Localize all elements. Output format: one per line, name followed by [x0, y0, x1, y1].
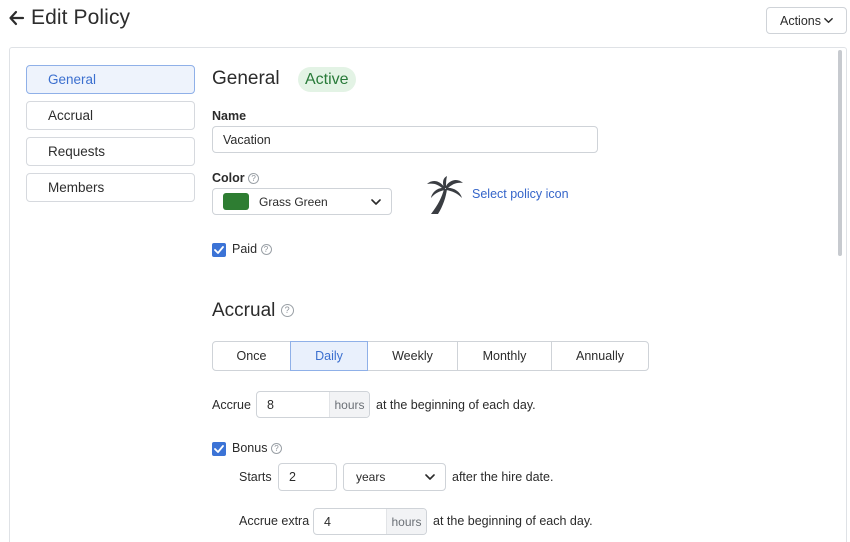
frequency-once-option[interactable]: Once — [212, 341, 291, 371]
accrual-section-title: Accrual ? — [212, 300, 294, 322]
sidebar-item-label: Members — [48, 180, 105, 195]
accrue-hours-input[interactable]: 8 hours — [256, 391, 370, 418]
chevron-down-icon — [824, 17, 833, 24]
help-icon[interactable]: ? — [280, 304, 294, 318]
accrue-extra-suffix: at the beginning of each day. — [433, 514, 593, 528]
starts-unit-value: years — [356, 470, 386, 484]
chevron-down-icon — [425, 474, 435, 480]
sidebar-item-requests[interactable]: Requests — [26, 137, 195, 166]
color-select-value: Grass Green — [259, 194, 328, 209]
checkmark-icon — [214, 246, 224, 254]
paid-label-row: Paid ? — [232, 242, 272, 256]
accrue-extra-unit: hours — [386, 509, 426, 534]
accrue-label: Accrue — [212, 398, 251, 412]
top-bar: Edit Policy Actions — [0, 0, 850, 44]
status-badge: Active — [298, 67, 356, 92]
actions-label: Actions — [780, 13, 821, 28]
paid-checkbox[interactable] — [212, 243, 226, 257]
select-policy-icon-link[interactable]: Select policy icon — [472, 187, 569, 201]
paid-label: Paid — [232, 242, 258, 256]
accrue-suffix: at the beginning of each day. — [376, 398, 536, 412]
general-section-title: General — [212, 68, 280, 89]
accrue-hours-value: 8 — [267, 397, 274, 412]
frequency-weekly-option[interactable]: Weekly — [367, 341, 458, 371]
starts-input-value: 2 — [289, 470, 296, 484]
palm-tree-icon[interactable] — [423, 175, 467, 217]
sidebar-item-label: General — [48, 72, 97, 87]
sidebar-item-label: Requests — [48, 144, 106, 159]
main-panel: General Accrual Requests Members General… — [9, 47, 847, 542]
chevron-down-icon — [371, 198, 381, 205]
accrual-title: Accrual — [212, 300, 276, 321]
accrue-extra-input[interactable]: 4 hours — [313, 508, 427, 535]
sidebar-item-label: Accrual — [48, 108, 94, 123]
scrollbar[interactable] — [838, 50, 842, 256]
bonus-checkbox[interactable] — [212, 442, 226, 456]
frequency-annually-option[interactable]: Annually — [551, 341, 649, 371]
page-title: Edit Policy — [31, 6, 131, 29]
color-label: Color — [212, 171, 245, 185]
frequency-segmented-control: Once Daily Weekly Monthly Annually — [212, 341, 649, 371]
help-icon[interactable]: ? — [260, 244, 272, 256]
name-label: Name — [212, 109, 247, 123]
frequency-daily-option[interactable]: Daily — [290, 341, 368, 371]
sidebar-nav: General Accrual Requests Members — [26, 65, 196, 209]
name-input[interactable]: Vacation — [212, 126, 598, 153]
back-arrow-icon[interactable] — [8, 8, 26, 28]
frequency-monthly-option[interactable]: Monthly — [457, 341, 552, 371]
accrue-extra-label: Accrue extra — [239, 514, 310, 528]
starts-suffix: after the hire date. — [452, 470, 554, 484]
starts-input[interactable]: 2 — [278, 463, 337, 491]
accrue-hours-unit: hours — [329, 392, 369, 417]
actions-button[interactable]: Actions — [766, 7, 847, 34]
starts-unit-select[interactable]: years — [343, 463, 446, 491]
help-icon[interactable]: ? — [270, 443, 282, 455]
accrue-extra-value: 4 — [324, 514, 331, 529]
name-input-value: Vacation — [223, 132, 271, 147]
sidebar-item-members[interactable]: Members — [26, 173, 195, 202]
checkmark-icon — [214, 445, 224, 453]
color-swatch — [223, 193, 249, 210]
sidebar-item-general[interactable]: General — [26, 65, 195, 94]
bonus-label: Bonus — [232, 441, 268, 455]
bonus-label-row: Bonus ? — [232, 441, 282, 455]
color-select[interactable]: Grass Green — [212, 188, 392, 215]
help-icon[interactable]: ? — [248, 173, 260, 185]
sidebar-item-accrual[interactable]: Accrual — [26, 101, 195, 130]
starts-label: Starts — [239, 470, 272, 484]
color-label-row: Color ? — [212, 171, 260, 185]
